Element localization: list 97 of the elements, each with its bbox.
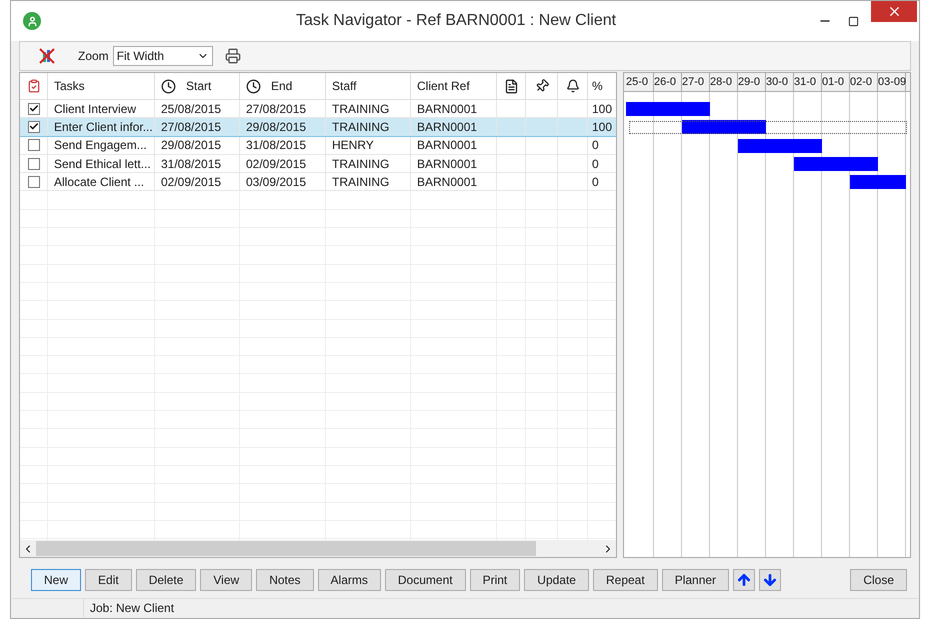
date-header: 28-0 bbox=[710, 74, 732, 90]
gantt-bar[interactable] bbox=[794, 138, 822, 153]
table-cell-text: Allocate Client ... bbox=[54, 174, 144, 191]
clock-icon bbox=[161, 78, 176, 94]
table-cell-text: BARN0001 bbox=[417, 137, 478, 154]
date-header: 02-0 bbox=[850, 74, 872, 90]
table-cell-text: 100 bbox=[592, 100, 612, 118]
task-checkbox[interactable] bbox=[28, 139, 40, 152]
table-cell-text: 100 bbox=[592, 118, 612, 136]
table-cell-text: TRAINING bbox=[332, 100, 390, 118]
action-button[interactable]: View bbox=[200, 569, 252, 591]
table-row[interactable]: Send Ethical lett... 31/08/2015 02/09/2015 TRAINING BARN0001 0 bbox=[20, 154, 616, 174]
column-header[interactable]: Client Ref bbox=[411, 73, 497, 99]
action-button[interactable]: Document bbox=[384, 569, 466, 591]
table-cell-text: BARN0001 bbox=[417, 118, 478, 136]
date-header: 27-0 bbox=[682, 74, 704, 90]
table-cell-text: HENRY bbox=[332, 137, 374, 154]
move-down-button[interactable] bbox=[759, 569, 782, 591]
table-cell-text: Send Engagem... bbox=[54, 137, 147, 154]
gantt-bar[interactable] bbox=[850, 157, 878, 172]
table-cell-text: 0 bbox=[592, 174, 599, 191]
date-header: 25-0 bbox=[626, 74, 648, 90]
column-header[interactable]: Tasks bbox=[48, 73, 155, 99]
printer-icon[interactable] bbox=[224, 48, 241, 64]
column-header[interactable]: Staff bbox=[326, 73, 411, 99]
task-done-column-icon bbox=[26, 79, 40, 93]
column-header[interactable]: Start bbox=[155, 73, 240, 99]
date-header: 30-0 bbox=[766, 74, 788, 90]
notes-icon bbox=[504, 78, 518, 94]
gantt-bar[interactable] bbox=[682, 120, 710, 134]
action-button[interactable]: Edit bbox=[85, 569, 132, 591]
gantt-bar[interactable] bbox=[738, 120, 766, 134]
task-checkbox[interactable] bbox=[28, 176, 40, 188]
gantt-bar[interactable] bbox=[626, 102, 654, 116]
person-icon bbox=[26, 16, 38, 26]
action-button[interactable]: Repeat bbox=[592, 569, 658, 591]
check-icon bbox=[28, 121, 38, 132]
scrollbar-thumb[interactable] bbox=[36, 541, 536, 556]
action-button[interactable]: Notes bbox=[256, 569, 314, 591]
zoom-dropdown[interactable]: Fit Width bbox=[112, 46, 213, 66]
check-icon bbox=[28, 103, 38, 114]
table-cell-text: 29/08/2015 bbox=[161, 137, 222, 154]
table-cell-text: Enter Client infor... bbox=[54, 118, 153, 136]
table-row[interactable]: Send Engagem... 29/08/2015 31/08/2015 HENRY BARN0001 0 bbox=[20, 136, 616, 155]
task-checkbox[interactable] bbox=[28, 158, 40, 170]
table-cell-text: 03/09/2015 bbox=[246, 174, 306, 191]
table-cell-text: BARN0001 bbox=[417, 174, 478, 191]
date-header: 29-0 bbox=[738, 74, 760, 90]
zoom-label: Zoom bbox=[78, 48, 109, 65]
table-cell-text: 02/09/2015 bbox=[161, 174, 222, 191]
action-button[interactable]: Delete bbox=[136, 569, 196, 591]
table-cell-text: 31/08/2015 bbox=[246, 137, 306, 154]
crossed-chart-icon[interactable] bbox=[38, 47, 56, 65]
bell-icon bbox=[566, 79, 580, 93]
table-cell-text: 02/09/2015 bbox=[246, 156, 306, 173]
column-header[interactable]: End bbox=[240, 73, 326, 99]
table-cell-text: TRAINING bbox=[332, 118, 390, 136]
gantt-bar[interactable] bbox=[794, 157, 822, 172]
date-header: 01-0 bbox=[822, 74, 844, 90]
move-up-button[interactable] bbox=[733, 569, 756, 591]
table-cell-text: 0 bbox=[592, 156, 599, 173]
column-header[interactable]: % bbox=[588, 73, 616, 99]
date-header: 31-0 bbox=[794, 74, 816, 90]
gantt-bar[interactable] bbox=[850, 175, 878, 190]
maximize-icon bbox=[848, 16, 858, 26]
clock-icon bbox=[246, 78, 261, 94]
action-button[interactable]: Print bbox=[470, 569, 520, 591]
task-checkbox[interactable] bbox=[28, 102, 40, 115]
date-header: 03-09 bbox=[878, 74, 906, 90]
table-cell-text: 25/08/2015 bbox=[161, 100, 222, 118]
gantt-bar[interactable] bbox=[878, 175, 906, 190]
task-checkbox[interactable] bbox=[28, 120, 40, 133]
action-button[interactable]: Alarms bbox=[318, 569, 381, 591]
table-row[interactable]: Allocate Client ... 02/09/2015 03/09/2015 TRAINING BARN0001 0 bbox=[20, 173, 616, 192]
table-cell-text: BARN0001 bbox=[417, 100, 478, 118]
action-button[interactable]: Update bbox=[524, 569, 589, 591]
table-row[interactable]: Enter Client infor... 27/08/2015 29/08/2015 TRAINING BARN0001 100 bbox=[20, 118, 616, 137]
table-cell-text: TRAINING bbox=[332, 174, 390, 191]
table-cell-text: 27/08/2015 bbox=[161, 118, 222, 136]
gantt-bar[interactable] bbox=[738, 138, 766, 153]
close-window-button[interactable] bbox=[871, 1, 917, 22]
date-header: 26-0 bbox=[654, 74, 676, 90]
action-button[interactable]: Planner bbox=[662, 569, 730, 591]
window-title: Task Navigator - Ref BARN0001 : New Client bbox=[294, 11, 618, 31]
action-button[interactable]: New bbox=[31, 569, 82, 591]
table-cell-text: Client Interview bbox=[54, 100, 136, 118]
table-cell-text: 29/08/2015 bbox=[246, 118, 306, 136]
gantt-bar[interactable] bbox=[682, 102, 710, 116]
horizontal-scrollbar[interactable] bbox=[20, 540, 616, 557]
table-cell-text: 31/08/2015 bbox=[161, 156, 222, 173]
table-cell-text: 0 bbox=[592, 137, 599, 154]
table-cell-text: 27/08/2015 bbox=[246, 100, 306, 118]
status-text: Job: New Client bbox=[90, 600, 174, 617]
table-cell-text: BARN0001 bbox=[417, 156, 478, 173]
close-button[interactable]: Close bbox=[850, 569, 907, 591]
table-cell-text: Send Ethical lett... bbox=[54, 156, 151, 173]
table-cell-text: TRAINING bbox=[332, 156, 390, 173]
